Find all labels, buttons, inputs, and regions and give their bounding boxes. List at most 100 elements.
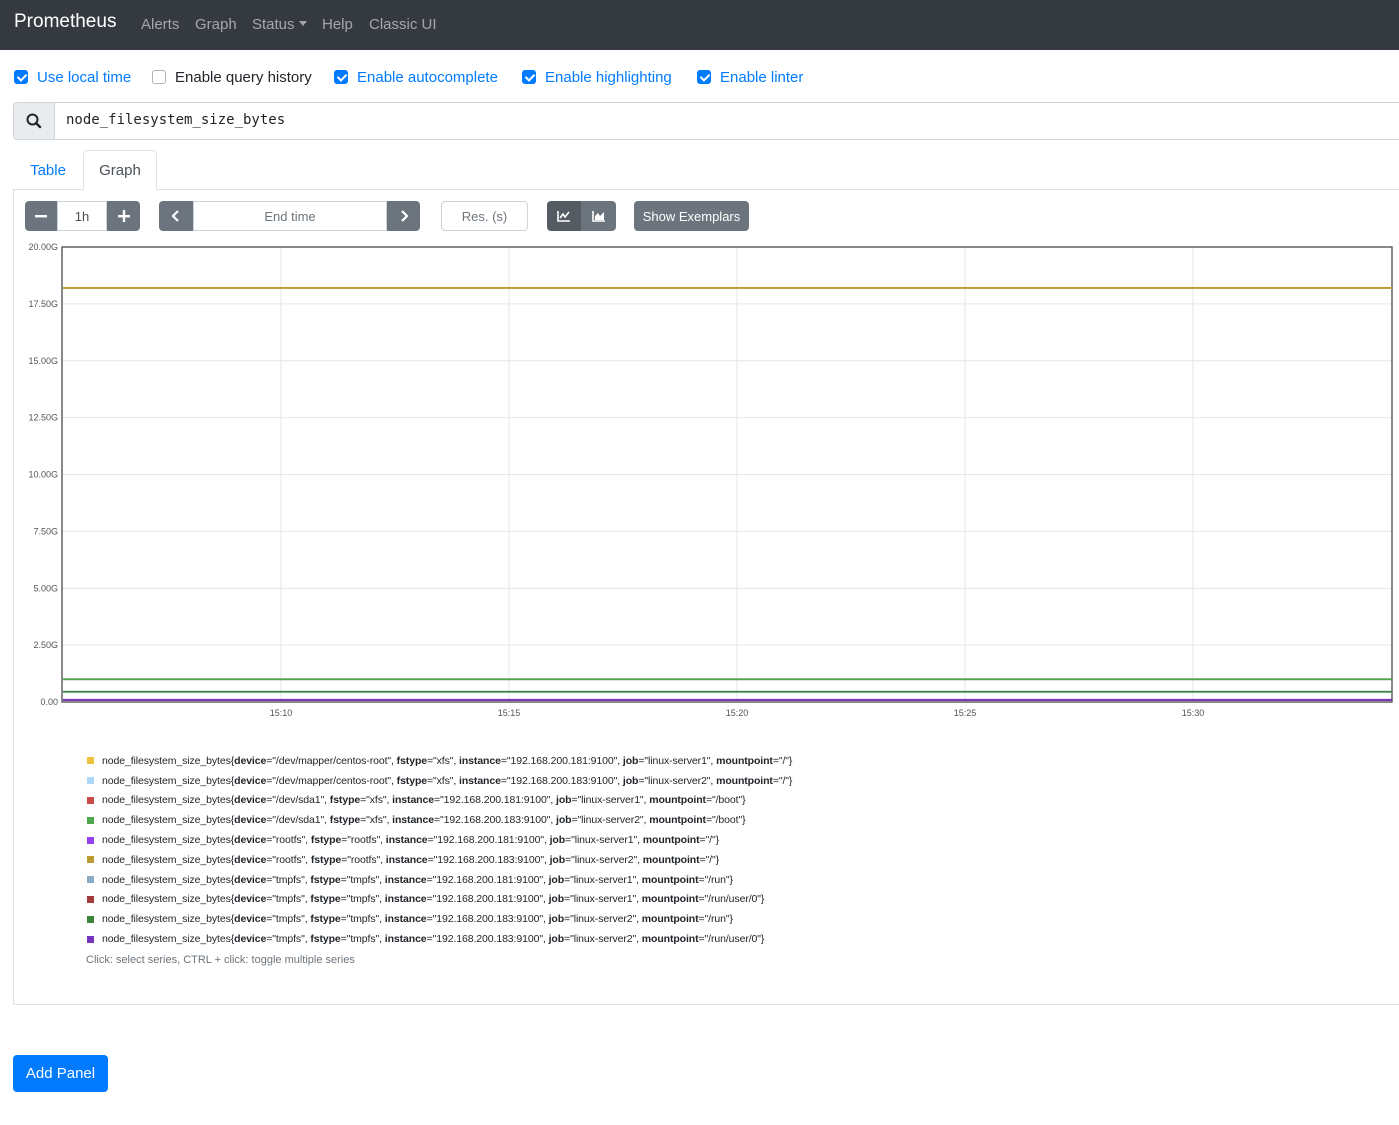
decrease-range-button[interactable] xyxy=(25,201,57,231)
label-key: fstype xyxy=(310,834,342,847)
nav-classic-ui[interactable]: Classic UI xyxy=(369,16,437,33)
option-enable-linter[interactable]: Enable linter xyxy=(697,67,803,87)
checkbox-checked-icon[interactable] xyxy=(522,70,536,84)
series-label: node_filesystem_size_bytes{device="/dev/… xyxy=(102,755,792,767)
y-tick-label: 2.50G xyxy=(33,640,58,650)
checkbox-checked-icon[interactable] xyxy=(334,70,348,84)
range-input[interactable]: 1h xyxy=(57,201,107,231)
label-key: mountpoint xyxy=(649,814,706,827)
legend-item[interactable]: node_filesystem_size_bytes{device="tmpfs… xyxy=(87,890,792,910)
brand-link[interactable]: Prometheus xyxy=(14,11,116,33)
increase-range-button[interactable] xyxy=(107,201,140,231)
label-value: ="/dev/mapper/centos-root", xyxy=(266,754,397,767)
expression-text[interactable]: node_filesystem_size_bytes xyxy=(66,112,285,128)
legend-item[interactable]: node_filesystem_size_bytes{device="/dev/… xyxy=(87,751,792,771)
series-color-swatch xyxy=(87,915,94,923)
end-time-input[interactable]: End time xyxy=(193,201,387,231)
label-value: ="rootfs", xyxy=(341,853,386,866)
label-key: fstype xyxy=(310,913,341,926)
option-label: Use local time xyxy=(37,68,132,86)
label-value: ="tmpfs", xyxy=(266,893,311,906)
legend-item[interactable]: node_filesystem_size_bytes{device="/dev/… xyxy=(87,771,792,791)
nav-status-label: Status xyxy=(252,16,295,33)
chart-canvas[interactable]: 20.00G 17.50G 15.00G 12.50G 10.00G 7.50G 5.00G… xyxy=(0,235,1399,725)
resolution-input[interactable]: Res. (s) xyxy=(441,201,528,231)
option-enable-highlighting[interactable]: Enable highlighting xyxy=(522,67,672,87)
label-value: ="linux-server2", xyxy=(564,933,642,946)
label-key: instance xyxy=(384,933,427,946)
show-exemplars-button[interactable]: Show Exemplars xyxy=(634,201,749,231)
legend-item[interactable]: node_filesystem_size_bytes{device="tmpfs… xyxy=(87,909,792,929)
label-key: fstype xyxy=(396,774,427,787)
label-value: ="tmpfs", xyxy=(266,913,311,926)
tab-graph[interactable]: Graph xyxy=(83,150,157,190)
checkbox-checked-icon[interactable] xyxy=(14,70,28,84)
label-value: ="/run/user/0"} xyxy=(698,933,765,946)
label-key: job xyxy=(548,913,565,926)
label-key: mountpoint xyxy=(716,774,773,787)
nav-alerts[interactable]: Alerts xyxy=(141,16,179,33)
checkbox-unchecked-icon[interactable] xyxy=(152,70,166,84)
legend-item[interactable]: node_filesystem_size_bytes{device="tmpfs… xyxy=(87,929,792,949)
series-color-swatch xyxy=(87,796,94,804)
search-icon xyxy=(26,113,42,129)
label-value: ="xfs", xyxy=(360,794,393,807)
nav-graph[interactable]: Graph xyxy=(195,16,237,33)
unstacked-button[interactable] xyxy=(547,201,581,231)
y-tick-label: 17.50G xyxy=(28,299,58,309)
metric-name: node_filesystem_size_bytes{ xyxy=(102,853,235,866)
label-key: job xyxy=(549,834,566,847)
label-key: mountpoint xyxy=(641,893,699,906)
label-value: ="linux-server2", xyxy=(565,853,643,866)
nav-status[interactable]: Status xyxy=(252,16,307,33)
label-value: ="xfs", xyxy=(360,814,393,827)
nav-help[interactable]: Help xyxy=(322,16,353,33)
y-tick-label: 7.50G xyxy=(33,526,58,536)
label-value: ="/run"} xyxy=(698,873,733,886)
add-panel-button[interactable]: Add Panel xyxy=(13,1055,108,1092)
legend-item[interactable]: node_filesystem_size_bytes{device="rootf… xyxy=(87,830,792,850)
label-key: job xyxy=(622,754,639,767)
stacked-button[interactable] xyxy=(581,201,616,231)
series-label: node_filesystem_size_bytes{device="/dev/… xyxy=(102,775,792,787)
series-label: node_filesystem_size_bytes{device="/dev/… xyxy=(102,814,746,827)
expression-input[interactable]: node_filesystem_size_bytes xyxy=(13,102,1399,140)
label-value: ="tmpfs", xyxy=(266,933,311,946)
option-enable-autocomplete[interactable]: Enable autocomplete xyxy=(334,67,498,87)
legend-item[interactable]: node_filesystem_size_bytes{device="/dev/… xyxy=(87,810,792,830)
label-key: device xyxy=(234,933,267,946)
label-key: device xyxy=(234,754,267,767)
minus-icon xyxy=(35,215,47,218)
series-color-swatch xyxy=(87,816,94,824)
metric-name: node_filesystem_size_bytes{ xyxy=(102,794,235,807)
graph-chart[interactable]: 20.00G 17.50G 15.00G 12.50G 10.00G 7.50G 5.00G… xyxy=(0,235,1399,725)
legend-item[interactable]: node_filesystem_size_bytes{device ="rootf… xyxy=(87,850,792,870)
label-value: ="xfs", xyxy=(427,754,460,767)
option-use-local-time[interactable]: Use local time xyxy=(14,67,131,87)
label-key: device xyxy=(234,893,267,906)
label-value: ="192.168.200.183:9100", xyxy=(427,853,550,866)
checkbox-checked-icon[interactable] xyxy=(697,70,711,84)
label-key: device xyxy=(234,853,267,866)
option-enable-query-history[interactable]: Enable query history xyxy=(152,67,312,87)
option-label: Enable highlighting xyxy=(545,68,672,86)
y-tick-label: 10.00G xyxy=(28,470,58,480)
label-value: ="/dev/sda1", xyxy=(266,814,330,827)
label-key: device xyxy=(234,873,267,886)
label-key: job xyxy=(548,873,565,886)
x-tick-label: 15:10 xyxy=(270,708,293,718)
legend-item[interactable]: node_filesystem_size_bytes{device="/dev/… xyxy=(87,791,792,811)
series-color-swatch xyxy=(87,777,94,785)
next-time-button[interactable] xyxy=(387,201,420,231)
label-key: fstype xyxy=(329,794,361,807)
y-tick-label: 5.00G xyxy=(33,583,58,593)
tab-table[interactable]: Table xyxy=(13,150,83,190)
series-label: node_filesystem_size_bytes{device="rootf… xyxy=(102,834,719,846)
previous-time-button[interactable] xyxy=(159,201,193,231)
legend-item[interactable]: node_filesystem_size_bytes{device="tmpfs… xyxy=(87,870,792,890)
label-value: ="/boot"} xyxy=(705,814,746,827)
y-tick-label: 20.00G xyxy=(28,242,58,252)
label-value: ="tmpfs", xyxy=(340,913,385,926)
y-tick-label: 0.00 xyxy=(40,697,58,707)
label-key: instance xyxy=(384,913,427,926)
